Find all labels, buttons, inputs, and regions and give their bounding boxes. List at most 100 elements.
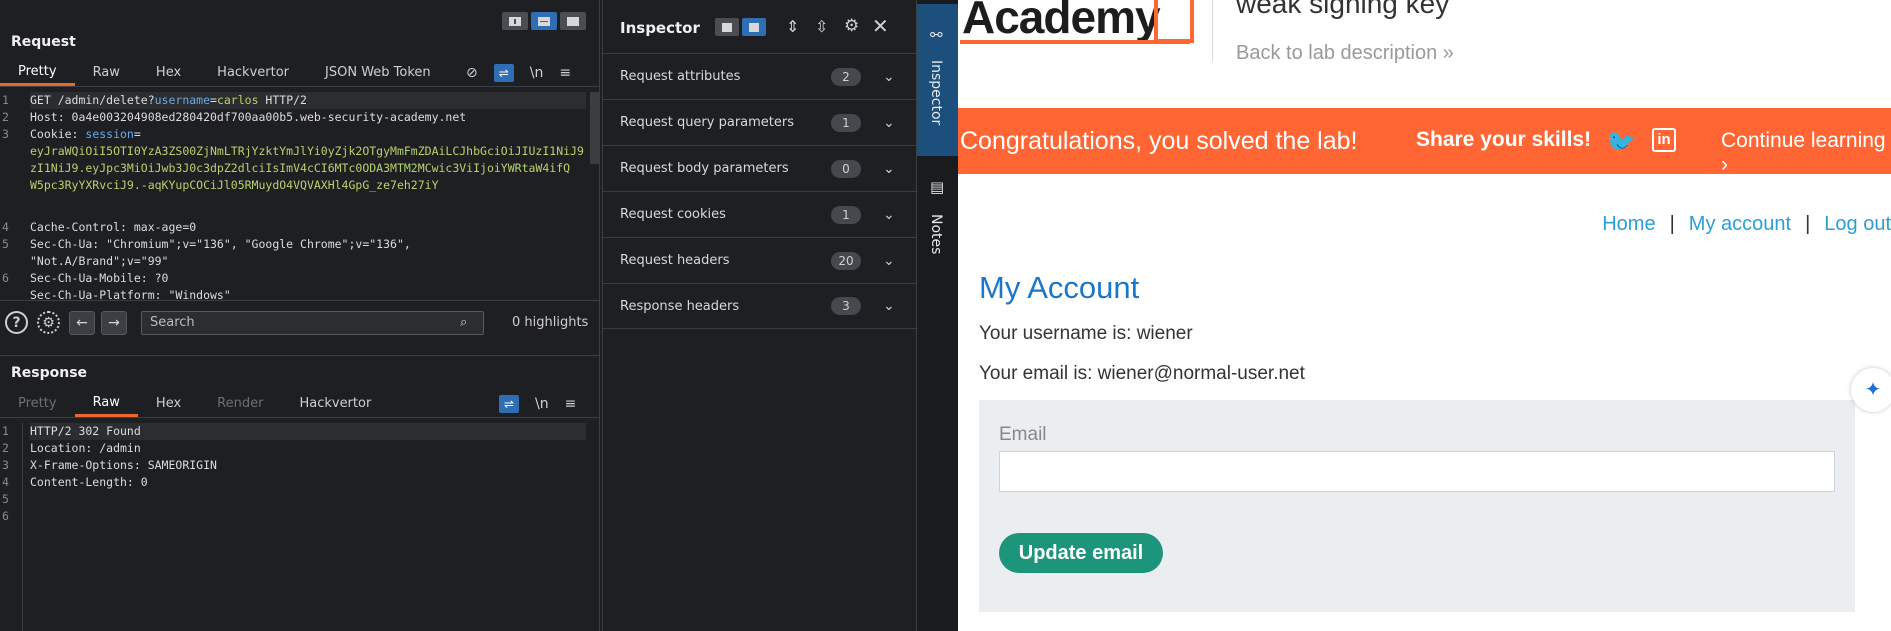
search-input[interactable]: Search [141,311,484,335]
chevron-down-icon[interactable]: ⌄ [883,298,895,314]
line-number: 1 [2,424,9,438]
request-tab-jwt[interactable]: JSON Web Token [307,60,449,86]
request-title: Request [11,34,76,50]
lab-title: weak signing key [1236,0,1450,19]
request-line-cache: Cache-Control: max-age=0 [30,220,197,234]
inspector-section-body-parameters[interactable]: Request body parameters 0 ⌄ [603,145,917,191]
inspector-section-cookies[interactable]: Request cookies 1 ⌄ [603,191,917,237]
request-tab-raw[interactable]: Raw [75,60,138,86]
inspector-section-query-parameters[interactable]: Request query parameters 1 ⌄ [603,99,917,145]
inspector-layout-a-button[interactable] [715,18,739,36]
help-icon[interactable]: ? [5,311,28,334]
inspector-section-request-headers[interactable]: Request headers 20 ⌄ [603,237,917,283]
line-number: 5 [2,492,9,506]
cookie-value-1: eyJraWQiOiI5OTI0YzA3ZS00ZjNmLTRjYzktYmJl… [30,144,584,158]
section-label: Request body parameters [620,161,789,176]
response-line-2: Location: /admin [30,441,141,455]
email-field[interactable] [999,451,1835,492]
chevron-down-icon[interactable]: ⌄ [883,69,895,85]
twitter-icon[interactable]: 🐦 [1606,128,1636,157]
response-tab-render[interactable]: Render [199,391,281,417]
collapse-all-icon[interactable]: ⇳ [815,17,828,36]
request-tab-hex[interactable]: Hex [138,60,199,86]
chevron-down-icon[interactable]: ⌄ [883,161,895,177]
right-sidebar: ⚯ Inspector ▤ Notes [916,0,959,631]
academy-logo[interactable]: Academy [962,0,1161,44]
inspector-layout-b-button[interactable] [742,18,766,36]
response-tab-hackvertor[interactable]: Hackvertor [281,391,389,417]
chevron-down-icon[interactable]: ⌄ [883,253,895,269]
logo-mark-icon [1154,0,1194,43]
continue-learning-link[interactable]: Continue learning › [1721,129,1891,177]
response-line-1: HTTP/2 302 Found [30,423,586,440]
layout-stacked-button[interactable] [531,12,557,30]
request-tab-hackvertor[interactable]: Hackvertor [199,60,307,86]
wrap-lines-icon[interactable]: ⇌ [493,64,514,82]
request-line-cookie: Cookie: session= [30,127,141,141]
burp-suite-area: Request Pretty Raw Hex Hackvertor JSON W… [0,0,959,631]
email-label: Email [999,424,1047,445]
page-title: My Account [979,270,1140,305]
request-scrollbar[interactable] [590,92,600,164]
section-label: Request cookies [620,207,726,222]
cookie-value-2: zI1NiJ9.eyJpc3MiOiJwb3J0c3dpZ2dlciIsImV4… [30,161,571,175]
update-email-button[interactable]: Update email [999,533,1163,573]
menu-icon[interactable]: ≡ [559,65,571,81]
linkedin-icon[interactable]: in [1652,128,1676,152]
section-count: 1 [831,113,861,132]
inspector-panel: Inspector ⇕ ⇳ ⚙ ✕ Request attributes 2 ⌄… [602,0,917,631]
email-text: Your email is: wiener@normal-user.net [979,363,1305,384]
back-link-text: Back to lab description [1236,42,1438,64]
newline-toggle[interactable]: \n [535,396,549,412]
nav-logout-link[interactable]: Log out [1824,213,1891,236]
inspector-settings-gear-icon[interactable]: ⚙ [844,16,859,36]
next-arrow-icon[interactable]: → [101,311,127,335]
chevron-down-icon[interactable]: ⌄ [883,207,895,223]
inspector-section-request-attributes[interactable]: Request attributes 2 ⌄ [603,53,917,99]
line-number: 2 [2,110,9,124]
inspector-section-response-headers[interactable]: Response headers 3 ⌄ [603,283,917,329]
hide-icon[interactable]: ⊘ [466,65,478,81]
continue-learning-text: Continue learning [1721,129,1886,152]
menu-icon[interactable]: ≡ [565,396,577,412]
response-tab-pretty[interactable]: Pretty [0,391,75,417]
nav-my-account-link[interactable]: My account [1689,213,1791,236]
banner-message: Congratulations, you solved the lab! [960,127,1358,155]
tabs-divider [0,417,600,418]
request-panel: Request Pretty Raw Hex Hackvertor JSON W… [0,0,600,355]
inspector-title: Inspector [620,19,700,37]
sidebar-notes-label: Notes [928,214,944,255]
layout-side-by-side-button[interactable] [502,12,528,30]
response-tab-hex[interactable]: Hex [138,391,199,417]
sidebar-tab-inspector[interactable]: ⚯ Inspector [917,4,959,156]
close-icon[interactable]: ✕ [872,14,889,38]
nav-home-link[interactable]: Home [1602,213,1655,236]
newline-toggle[interactable]: \n [530,65,544,81]
double-chevron-right-icon: » [1442,42,1454,64]
previous-arrow-icon[interactable]: ← [69,311,95,335]
request-line-sec-ch-ua-cont: "Not.A/Brand";v="99" [30,254,169,268]
cookie-value-3: W5pc3RyYXRvciJ9.-aqKYupCOCiJl05RMuydO4VQ… [30,178,439,192]
share-skills-label: Share your skills! [1416,128,1592,151]
wrap-lines-icon[interactable]: ⇌ [499,395,519,413]
sparkle-assistant-icon[interactable]: ✦ [1851,368,1891,412]
gutter-divider [22,423,23,631]
layout-tabs-button[interactable] [560,12,586,30]
search-bar: ? ⚙ ← → Search ⌕ 0 highlights [0,307,600,339]
header-divider [1212,0,1213,62]
search-icon[interactable]: ⌕ [460,315,467,330]
layout-toggle [502,12,586,30]
response-tab-raw[interactable]: Raw [74,391,138,417]
expand-all-icon[interactable]: ⇕ [786,17,799,36]
settings-gear-icon[interactable]: ⚙ [37,311,60,334]
editor-divider [0,300,600,301]
response-editor[interactable]: 1 2 3 4 5 6 HTTP/2 302 Found Location: /… [0,423,590,543]
highlights-count: 0 highlights [512,315,589,330]
back-to-lab-link[interactable]: Back to lab description » [1236,42,1454,65]
request-editor[interactable]: 1 2 3 4 5 6 GET /admin/delete?username=c… [0,92,590,302]
line-number: 3 [2,127,9,141]
request-tab-pretty[interactable]: Pretty [0,60,75,86]
chevron-down-icon[interactable]: ⌄ [883,115,895,131]
sidebar-tab-notes[interactable]: ▤ Notes [917,168,959,268]
request-line-1: GET /admin/delete?username=carlos HTTP/2 [30,92,586,109]
